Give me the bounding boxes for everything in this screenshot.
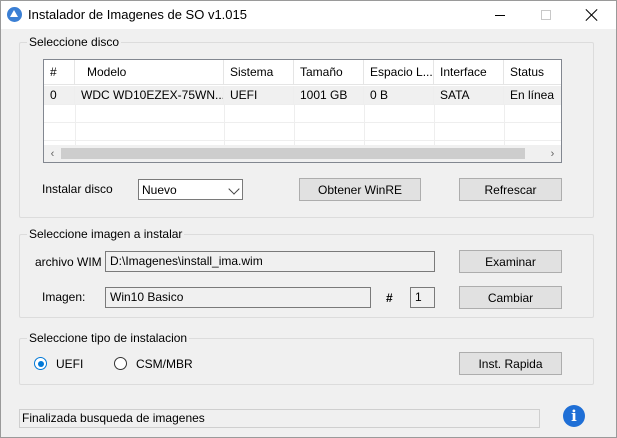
uefi-radio[interactable] (34, 357, 47, 370)
app-window: Instalador de Imagenes de SO v1.015 Sele… (0, 0, 617, 438)
grid-line (294, 104, 295, 146)
index-label: # (386, 291, 393, 305)
column-header-status[interactable]: Status (504, 60, 561, 85)
scrollbar-thumb[interactable] (61, 148, 525, 159)
title-bar[interactable]: Instalador de Imagenes de SO v1.015 (1, 1, 616, 29)
cell-interface: SATA (434, 86, 504, 104)
horizontal-scrollbar[interactable]: ‹ › (44, 145, 561, 162)
scroll-right-icon[interactable]: › (544, 145, 561, 162)
install-disk-label: Instalar disco (42, 182, 113, 196)
get-winre-button[interactable]: Obtener WinRE (299, 178, 421, 201)
grid-line (44, 122, 561, 123)
chevron-down-icon (228, 183, 240, 195)
cell-status: En línea (510, 88, 555, 102)
grid-line (44, 140, 561, 141)
install-disk-value: Nuevo (142, 183, 177, 197)
minimize-icon (495, 14, 505, 16)
info-icon[interactable]: i (563, 405, 585, 427)
install-disk-select[interactable]: Nuevo (138, 179, 243, 200)
maximize-button[interactable] (523, 1, 569, 29)
column-header-free-space[interactable]: Espacio L... (364, 60, 434, 85)
disk-list[interactable]: # Modelo Sistema Tamaño Espacio L... Int… (43, 59, 562, 163)
scroll-left-icon[interactable]: ‹ (44, 145, 61, 162)
disk-group-title: Seleccione disco (27, 35, 122, 49)
grid-line (434, 104, 435, 146)
column-header-model[interactable]: Modelo (75, 60, 224, 85)
minimize-button[interactable] (477, 1, 523, 29)
disk-list-header: # Modelo Sistema Tamaño Espacio L... Int… (44, 60, 561, 85)
column-header-interface[interactable]: Interface (434, 60, 504, 85)
image-group-title: Seleccione imagen a instalar (27, 227, 185, 241)
close-icon (586, 9, 598, 21)
grid-line (224, 104, 225, 146)
cell-model: WDC WD10EZEX-75WN... (75, 86, 224, 104)
cell-size: 1001 GB (294, 86, 364, 104)
maximize-icon (541, 10, 551, 20)
uefi-radio-label[interactable]: UEFI (56, 357, 83, 371)
csm-mbr-radio-label[interactable]: CSM/MBR (136, 357, 193, 371)
install-type-group-title: Seleccione tipo de instalacion (27, 331, 190, 345)
quick-install-button[interactable]: Inst. Rapida (459, 352, 562, 375)
wim-file-field[interactable]: D:\Imagenes\install_ima.wim (105, 251, 435, 272)
grid-line (44, 104, 561, 105)
csm-mbr-radio[interactable] (114, 357, 127, 370)
cell-free-space: 0 B (364, 86, 434, 104)
window-title: Instalador de Imagenes de SO v1.015 (28, 7, 247, 22)
change-button[interactable]: Cambiar (459, 286, 562, 309)
app-logo-icon (7, 7, 22, 22)
cell-system: UEFI (224, 86, 294, 104)
column-header-system[interactable]: Sistema (224, 60, 294, 85)
cell-index: 0 (44, 86, 75, 104)
table-row[interactable]: 0 WDC WD10EZEX-75WN... UEFI 1001 GB 0 B … (44, 86, 561, 104)
grid-line (364, 104, 365, 146)
image-index-field[interactable]: 1 (410, 287, 435, 308)
wim-file-label: archivo WIM (35, 255, 102, 269)
browse-button[interactable]: Examinar (459, 250, 562, 273)
status-bar: Finalizada busqueda de imagenes (19, 409, 540, 428)
image-name-field[interactable]: Win10 Basico (105, 287, 371, 308)
grid-line (504, 104, 505, 146)
column-header-size[interactable]: Tamaño (294, 60, 364, 85)
grid-line (75, 104, 76, 146)
close-button[interactable] (569, 1, 615, 29)
refresh-button[interactable]: Refrescar (459, 178, 562, 201)
column-header-index[interactable]: # (44, 60, 75, 85)
image-label: Imagen: (42, 290, 86, 304)
